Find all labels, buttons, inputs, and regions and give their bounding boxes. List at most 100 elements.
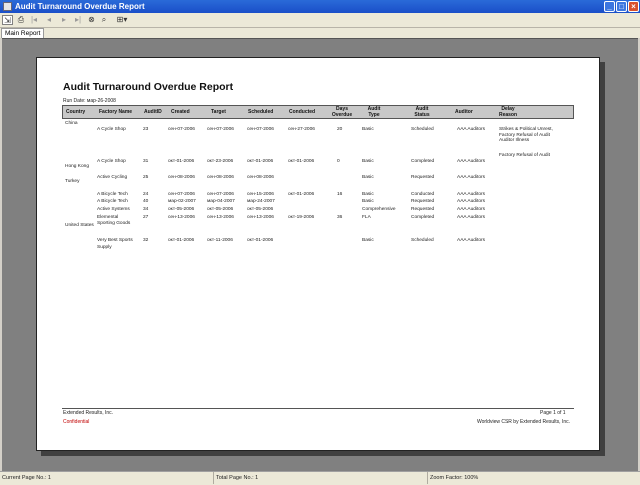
col-factory: Factory Name <box>99 109 133 115</box>
country-label: China <box>65 121 78 126</box>
row-factory: A Bicycle Tech <box>97 199 128 204</box>
row-scheduled: сен-15-2006 <box>247 192 274 197</box>
row-audit-status: Completed <box>411 159 435 164</box>
row-audit-type: Basic <box>362 199 374 204</box>
row-factory: A Cycle Shop <box>97 127 126 132</box>
row-auditid: 27 <box>143 215 149 220</box>
row-days-overdue: 0 <box>337 159 340 164</box>
row-audit-type: Basic <box>362 159 374 164</box>
row-audit-type: Basic <box>362 175 374 180</box>
row-scheduled: окт-01-2006 <box>247 238 274 243</box>
row-created: мар-02-2007 <box>168 199 196 204</box>
footer-confidential: Confidential <box>63 419 90 425</box>
row-delay-reason: Strikes & Political Unrest, Factory Refu… <box>499 127 553 143</box>
row-scheduled: сен-13-2006 <box>247 215 274 220</box>
row-factory: Supply <box>97 245 112 250</box>
row-target: окт-11-2006 <box>207 238 233 243</box>
row-audit-type: Basic <box>362 238 374 243</box>
row-conducted: окт-01-2006 <box>288 192 315 197</box>
row-audit-type: Basic <box>362 192 374 197</box>
row-factory: A Bicycle Tech <box>97 192 128 197</box>
row-audit-type: FLA <box>362 215 371 220</box>
last-page-icon[interactable]: ▸| <box>74 15 82 25</box>
footer-company: Extended Results, Inc. <box>63 410 114 416</box>
country-label: United States <box>65 223 94 228</box>
row-audit-status: Requested <box>411 199 435 204</box>
row-audit-status: Completed <box>411 215 435 220</box>
row-auditor: AAA Auditors <box>457 238 485 243</box>
find-icon[interactable]: ⌕ <box>99 15 109 25</box>
report-viewer[interactable]: Audit Turnaround Overdue Report Run Date… <box>2 38 638 472</box>
prev-page-icon[interactable]: ◂ <box>45 15 53 25</box>
row-days-overdue: 16 <box>337 192 343 197</box>
row-auditid: 32 <box>143 238 149 243</box>
report-title: Audit Turnaround Overdue Report <box>63 81 234 93</box>
row-created: окт-05-2006 <box>168 207 195 212</box>
toolbar: ⇲ ⎙ |◂ ◂ ▸ ▸| ⊗ ⌕ ⊞▾ <box>0 13 640 28</box>
row-target: сен-07-2006 <box>207 127 234 132</box>
col-country: Country <box>66 109 86 115</box>
row-target: окт-05-2006 <box>207 207 234 212</box>
row-created: окт-01-2006 <box>168 238 195 243</box>
row-auditor: AAA Auditors <box>457 175 485 180</box>
row-scheduled: окт-01-2006 <box>247 159 274 164</box>
row-days-overdue: 20 <box>337 127 343 132</box>
col-delay-reason: Delay Reason <box>498 106 518 118</box>
row-audit-status: Requested <box>411 207 435 212</box>
row-factory: Very Best Sports <box>97 238 133 243</box>
footer-page: Page 1 of 1 <box>540 410 566 416</box>
row-factory: A Cycle Shop <box>97 159 126 164</box>
row-conducted: окт-19-2006 <box>288 215 315 220</box>
country-label: Turkey <box>65 179 80 184</box>
row-created: сен-07-2006 <box>168 192 195 197</box>
row-auditor: AAA Auditors <box>457 207 485 212</box>
country-label: Hong Kong <box>65 164 90 169</box>
row-auditor: AAA Auditors <box>457 159 485 164</box>
col-conducted: Conducted <box>289 109 316 115</box>
footer-divider <box>62 408 574 409</box>
app-icon <box>3 2 12 11</box>
col-auditid: AuditID <box>144 109 162 115</box>
row-scheduled: окт-05-2006 <box>247 207 274 212</box>
row-auditor: AAA Auditors <box>457 199 485 204</box>
row-target: мар-04-2007 <box>207 199 235 204</box>
row-delay-reason: Factory Refusal of Audit <box>499 153 550 158</box>
zoom-status: Zoom Factor: 100% <box>430 475 479 481</box>
minimize-button[interactable]: _ <box>604 1 615 12</box>
first-page-icon[interactable]: |◂ <box>30 15 38 25</box>
row-factory: Active Systems <box>97 207 130 212</box>
row-conducted: сен-27-2006 <box>288 127 315 132</box>
export-icon[interactable]: ⇲ <box>2 15 13 25</box>
row-auditid: 31 <box>143 159 149 164</box>
row-auditid: 23 <box>143 127 149 132</box>
current-page-status: Current Page No.: 1 <box>0 472 214 484</box>
row-auditor: AAA Auditors <box>457 127 485 132</box>
row-audit-status: Requested <box>411 175 435 180</box>
print-icon[interactable]: ⎙ <box>16 15 26 25</box>
tab-main-report[interactable]: Main Report <box>1 28 45 38</box>
row-audit-type: Basic <box>362 127 374 132</box>
footer-credit: Worldview CSR by Extended Results, Inc. <box>477 419 571 425</box>
row-factory: Active Cycling <box>97 175 128 180</box>
stop-icon[interactable]: ⊗ <box>87 15 96 25</box>
report-page: Audit Turnaround Overdue Report Run Date… <box>36 57 600 451</box>
window-titlebar: Audit Turnaround Overdue Report _ □ × <box>0 0 640 13</box>
run-date: Run Date: мар-26-2008 <box>63 98 116 104</box>
row-created: сен-13-2006 <box>168 215 195 220</box>
row-target: окт-23-2006 <box>207 159 234 164</box>
row-auditor: AAA Auditors <box>457 192 485 197</box>
col-auditor: Auditor <box>455 109 473 115</box>
row-auditid: 25 <box>143 175 149 180</box>
row-target: сен-08-2006 <box>207 175 234 180</box>
row-days-overdue: 36 <box>337 215 343 220</box>
maximize-button[interactable]: □ <box>616 1 627 12</box>
col-target: Target <box>211 109 226 115</box>
row-created: сен-07-2006 <box>168 127 195 132</box>
table-header: Country Factory Name AuditID Created Tar… <box>62 105 574 119</box>
next-page-icon[interactable]: ▸ <box>60 15 68 25</box>
zoom-dropdown-icon[interactable]: ⊞▾ <box>114 15 130 25</box>
close-button[interactable]: × <box>628 1 639 12</box>
col-scheduled: Scheduled <box>248 109 274 115</box>
row-auditid: 34 <box>143 207 149 212</box>
row-auditid: 40 <box>143 199 149 204</box>
